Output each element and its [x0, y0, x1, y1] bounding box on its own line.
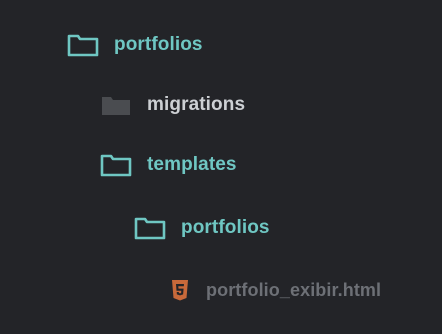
folder-outline-icon — [133, 215, 167, 241]
tree-item-migrations[interactable]: migrations — [99, 87, 245, 123]
tree-item-portfolios-nested[interactable]: portfolios — [133, 210, 270, 246]
tree-item-label: portfolios — [114, 34, 203, 55]
file-tree: portfolios migrations templates portfoli… — [0, 0, 442, 334]
tree-item-portfolio-exibir-html[interactable]: portfolio_exibir.html — [170, 272, 381, 308]
tree-item-label: portfolio_exibir.html — [206, 279, 382, 300]
html5-file-icon — [170, 278, 190, 302]
tree-item-portfolios[interactable]: portfolios — [66, 27, 203, 63]
folder-filled-icon — [99, 92, 133, 118]
tree-item-label: portfolios — [181, 217, 270, 238]
folder-outline-icon — [99, 152, 133, 178]
tree-item-label: templates — [147, 154, 237, 175]
tree-item-templates[interactable]: templates — [99, 147, 237, 183]
tree-item-label: migrations — [147, 94, 246, 115]
folder-outline-icon — [66, 32, 100, 58]
